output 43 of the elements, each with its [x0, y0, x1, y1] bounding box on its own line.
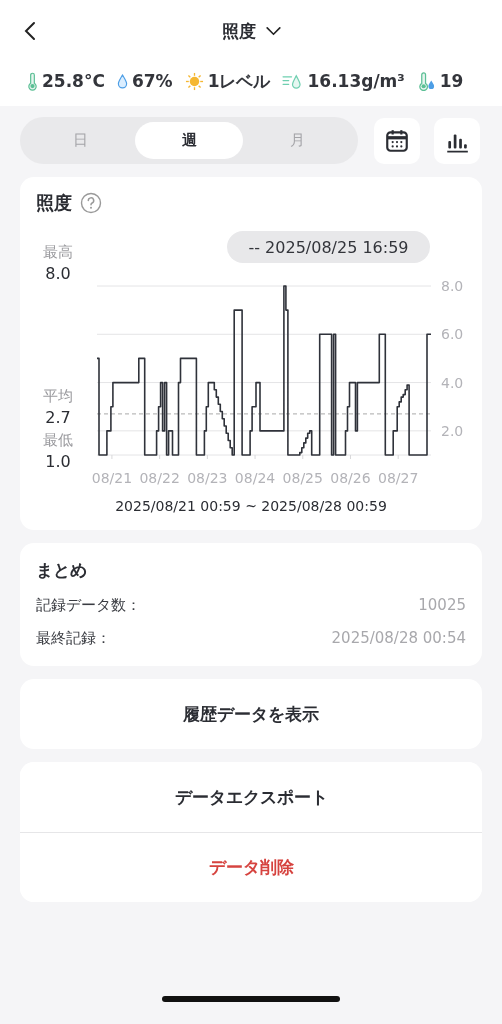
- back-icon[interactable]: [24, 21, 36, 41]
- y-axis-label: 4.0: [441, 374, 464, 391]
- chevron-down-icon[interactable]: [265, 26, 281, 36]
- metric-value: 1レベル: [207, 69, 271, 93]
- stat-label: 最低: [43, 430, 73, 450]
- x-axis-label: 08/22: [139, 470, 180, 486]
- page-title[interactable]: 照度: [221, 19, 256, 43]
- metric-value: 67%: [131, 71, 173, 91]
- stat-label: 平均: [43, 386, 73, 406]
- summary-label: 記録データ数：: [36, 596, 141, 615]
- bar-chart-button[interactable]: [434, 117, 480, 164]
- stat-value: 1.0: [45, 451, 71, 473]
- stat-label: 最高: [43, 242, 73, 262]
- metric-value: 25.8°C: [42, 71, 105, 91]
- stat-value: 2.7: [45, 407, 71, 429]
- card-title: まとめ: [36, 559, 88, 582]
- summary-label: 最終記録：: [36, 629, 111, 648]
- wind-drop-icon: [282, 72, 304, 90]
- x-axis-label: 08/26: [330, 470, 371, 486]
- x-axis-label: 08/21: [91, 470, 133, 486]
- y-axis-label: 8.0: [441, 278, 464, 294]
- x-axis-label: 08/27: [378, 470, 419, 486]
- x-axis-label: 08/23: [187, 470, 228, 486]
- y-axis-label: 2.0: [441, 422, 464, 439]
- summary-value: 2025/08/28 00:54: [331, 629, 466, 648]
- card-title: 照度: [36, 191, 72, 215]
- chart-tooltip: -- 2025/08/25 16:59: [227, 231, 430, 263]
- summary-value: 10025: [418, 596, 466, 615]
- help-icon[interactable]: [80, 192, 102, 214]
- metric-value: 19: [439, 71, 464, 91]
- x-axis-label: 08/25: [282, 470, 323, 486]
- water-drop-icon: [116, 73, 128, 89]
- period-tab[interactable]: 週: [134, 122, 244, 159]
- calendar-icon[interactable]: [384, 127, 410, 154]
- stat-value: 8.0: [45, 263, 71, 285]
- thermometer-drop-icon: [416, 71, 436, 91]
- sun-icon: [184, 71, 204, 91]
- metric-value: 16.13g/m³: [307, 71, 405, 91]
- y-axis-label: 6.0: [441, 326, 464, 343]
- calendar-button[interactable]: [374, 117, 420, 164]
- x-axis-label: 08/24: [234, 470, 276, 486]
- thermometer-icon: [27, 71, 38, 91]
- date-range: 2025/08/21 00:59 ~ 2025/08/28 00:59: [115, 498, 387, 514]
